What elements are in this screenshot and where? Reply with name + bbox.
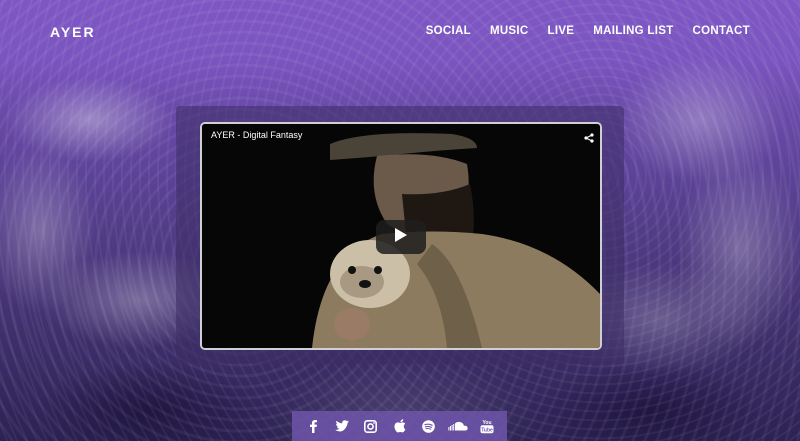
play-icon <box>394 227 408 248</box>
youtube-icon-tube-text: Tube <box>481 427 493 433</box>
share-icon[interactable] <box>584 130 594 148</box>
nav-music[interactable]: MUSIC <box>490 25 529 37</box>
soundcloud-icon[interactable] <box>447 416 468 436</box>
facebook-icon[interactable] <box>303 416 323 436</box>
youtube-icon[interactable]: You Tube <box>477 416 497 436</box>
nav-mailing-list[interactable]: MAILING LIST <box>593 25 673 37</box>
apple-icon[interactable] <box>390 416 410 436</box>
nav-social[interactable]: SOCIAL <box>426 25 471 37</box>
instagram-icon[interactable] <box>361 416 381 436</box>
site-logo[interactable]: AYER <box>50 24 96 40</box>
twitter-icon[interactable] <box>332 416 352 436</box>
video-title[interactable]: AYER - Digital Fantasy <box>211 130 302 140</box>
play-button[interactable] <box>376 220 426 254</box>
social-bar: You Tube <box>292 411 507 441</box>
video-player[interactable]: AYER - Digital Fantasy <box>200 122 602 350</box>
main-nav: SOCIAL MUSIC LIVE MAILING LIST CONTACT <box>426 25 750 37</box>
nav-live[interactable]: LIVE <box>548 25 575 37</box>
nav-contact[interactable]: CONTACT <box>693 25 750 37</box>
spotify-icon[interactable] <box>419 416 439 436</box>
